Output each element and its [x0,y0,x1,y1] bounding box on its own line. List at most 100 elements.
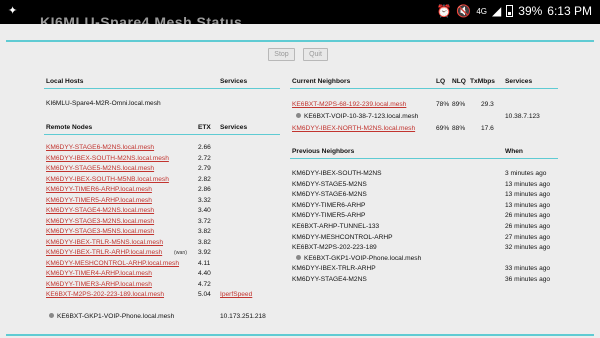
previous-neighbor-name: KM6DYY-IBEX-TRLR-ARHP [292,265,376,273]
remote-node-link[interactable]: KE6BXT-M2PS-202-223-189.local.mesh [46,291,164,298]
remote-node-link[interactable]: KM6DYY-IBEX-TRLR-M5NS.local.mesh [46,239,163,246]
remote-node-etx: 5.04 [198,291,211,298]
remote-node-link[interactable]: KM6DYY-IBEX-SOUTH-M2NS.local.mesh [46,155,169,162]
remote-node-link[interactable]: KM6DYY-STAGE5-M2NS.local.mesh [46,165,154,172]
remote-nodes-header: Remote Nodes [46,124,93,131]
previous-neighbor-name: KM6DYY-TIMER6-ARHP [292,201,366,209]
neighbor-link[interactable]: KM6DYY-IBEX-NORTH-M2NS.local.mesh [292,125,415,132]
nlq-header: NLQ [452,78,466,85]
neighbor-sub-host-ip: 10.38.7.123 [505,113,540,120]
remote-node-etx: 3.92 [198,249,211,256]
remote-node-etx: 3.82 [198,238,211,246]
top-divider [6,40,594,42]
remote-services-header: Services [220,124,248,131]
previous-neighbor-name: KM6DYY-STAGE6-M2NS [292,191,367,199]
notification-icon: ✦ [8,5,18,17]
remote-node-etx: 4.72 [198,280,211,288]
previous-neighbor-when: 26 minutes ago [505,212,551,220]
previous-neighbor-when: 3 minutes ago [505,170,547,177]
clock: 6:13 PM [547,4,592,18]
neighbor-tx: 29.3 [481,101,494,108]
previous-neighbor-name: KM6DYY-TIMER5-ARHP [292,212,366,220]
neighbor-nlq: 88% [452,125,466,132]
remote-node-etx: 2.82 [198,175,211,183]
previous-neighbor-when: 36 minutes ago [505,276,551,283]
remote-node-etx: 4.40 [198,270,211,277]
mute-icon: 🔇 [456,4,472,18]
remote-node-link[interactable]: KM6DYY-TIMER6-ARHP.local.mesh [46,186,152,193]
status-icons: ⏰ 🔇 4G ◢ 39% 6:13 PM [436,4,592,18]
remote-node-link[interactable]: KM6DYY-TIMER3-ARHP.local.mesh [46,281,152,288]
sub-host-bullet-icon [296,113,301,118]
remote-node-link[interactable]: KM6DYY-STAGE3-M2NS.local.mesh [46,218,154,225]
local-hosts-rule [44,88,280,89]
local-services-header: Services [220,78,248,85]
current-neighbors-header: Current Neighbors [292,78,351,85]
service-link[interactable]: IperfSpeed [220,291,252,298]
etx-header: ETX [198,124,211,131]
bottom-divider [6,334,594,336]
sub-host-bullet-icon [296,254,301,260]
remote-node-etx: 3.32 [198,196,211,204]
neighbor-services-header: Services [505,78,533,85]
remote-node-link[interactable]: KM6DYY-IBEX-SOUTH-M5NB.local.mesh [46,176,169,183]
stop-button[interactable]: Stop [268,48,295,61]
remote-node-link[interactable]: KM6DYY-STAGE6-M2NS.local.mesh [46,144,154,151]
remote-node-link[interactable]: KM6DYY-TIMER5-ARHP.local.mesh [46,197,152,204]
status-bar: KI6MLU-Spare4 Mesh Status ✦ ⏰ 🔇 4G ◢ 39%… [0,0,600,24]
remote-node-etx: 2.79 [198,165,211,172]
neighbor-lq: 78% [436,101,450,108]
page-title: KI6MLU-Spare4 Mesh Status [40,13,460,24]
previous-neighbors-header: Previous Neighbors [292,148,355,155]
lq-header: LQ [436,78,446,85]
remote-node-etx: 4.11 [198,259,211,267]
previous-neighbors-rule [290,158,558,159]
wan-tag: (wan) [174,249,187,256]
txmbps-header: TxMbps [470,78,495,85]
remote-nodes-rule [44,134,280,135]
sub-host-bullet-icon [49,313,54,318]
remote-node-etx: 3.72 [198,217,211,225]
remote-node-link[interactable]: KM6DYY-STAGE3-M5NS.local.mesh [46,228,154,235]
alarm-icon: ⏰ [436,4,452,18]
previous-neighbor-name: KM6DYY-IBEX-SOUTH-M2NS [292,170,382,177]
remote-node-link[interactable]: KM6DYY-IBEX-TRLR-ARHP.local.mesh [46,249,162,256]
neighbor-nlq: 89% [452,101,466,108]
previous-neighbor-when: 33 minutes ago [505,265,551,273]
remote-node-link[interactable]: KM6DYY-TIMER4-ARHP.local.mesh [46,270,152,277]
previous-neighbor-when: 27 minutes ago [505,233,551,241]
quit-button[interactable]: Quit [303,48,328,61]
previous-neighbor-sub-host: KE6BXT-GKP1-VOIP-Phone.local.mesh [304,254,422,262]
network-type: 4G [476,6,488,16]
page-title-text: KI6MLU-Spare4 Mesh Status [40,14,243,24]
neighbor-lq: 69% [436,125,450,132]
previous-neighbor-name: KM6DYY-STAGE5-M2NS [292,180,367,188]
previous-neighbor-when: 13 minutes ago [505,201,551,209]
previous-neighbor-when: 32 minutes ago [505,244,551,252]
remote-sub-host-ip: 10.173.251.218 [220,313,266,320]
previous-neighbor-name: KM6DYY-MESHCONTROL-ARHP [292,233,393,241]
battery-percent: 39% [518,4,543,18]
remote-node-link[interactable]: KM6DYY-MESHCONTROL-ARHP.local.mesh [46,260,179,267]
previous-neighbor-when: 13 minutes ago [505,180,551,188]
remote-node-etx: 3.82 [198,228,211,235]
local-host-name: KI6MLU-Spare4-M2R-Omni.local.mesh [46,100,161,107]
remote-node-link[interactable]: KM6DYY-STAGE4-M2NS.local.mesh [46,207,154,214]
neighbor-link[interactable]: KE6BXT-M2PS-68-192-239.local.mesh [292,101,406,108]
local-hosts-header: Local Hosts [46,78,84,85]
previous-neighbor-when: 26 minutes ago [505,223,551,230]
remote-sub-host-name: KE6BXT-GKP1-VOIP-Phone.local.mesh [57,313,175,320]
remote-node-etx: 2.86 [198,186,211,193]
neighbor-tx: 17.6 [481,125,494,132]
remote-node-etx: 2.72 [198,154,211,162]
previous-neighbor-name: KM6DYY-STAGE4-M2NS [292,276,367,283]
neighbor-sub-host-name: KE6BXT-VOIP-10-38-7-123.local.mesh [304,113,419,120]
battery-icon [506,5,514,17]
when-header: When [505,148,523,155]
remote-node-etx: 3.40 [198,207,211,214]
previous-neighbor-name: KE6BXT-M2PS-202-223-189 [292,244,377,252]
current-neighbors-rule [290,88,558,89]
previous-neighbor-name: KE6BXT-ARHP-TUNNEL-133 [292,223,380,230]
remote-node-etx: 2.66 [198,144,211,151]
signal-icon: ◢ [492,4,502,18]
